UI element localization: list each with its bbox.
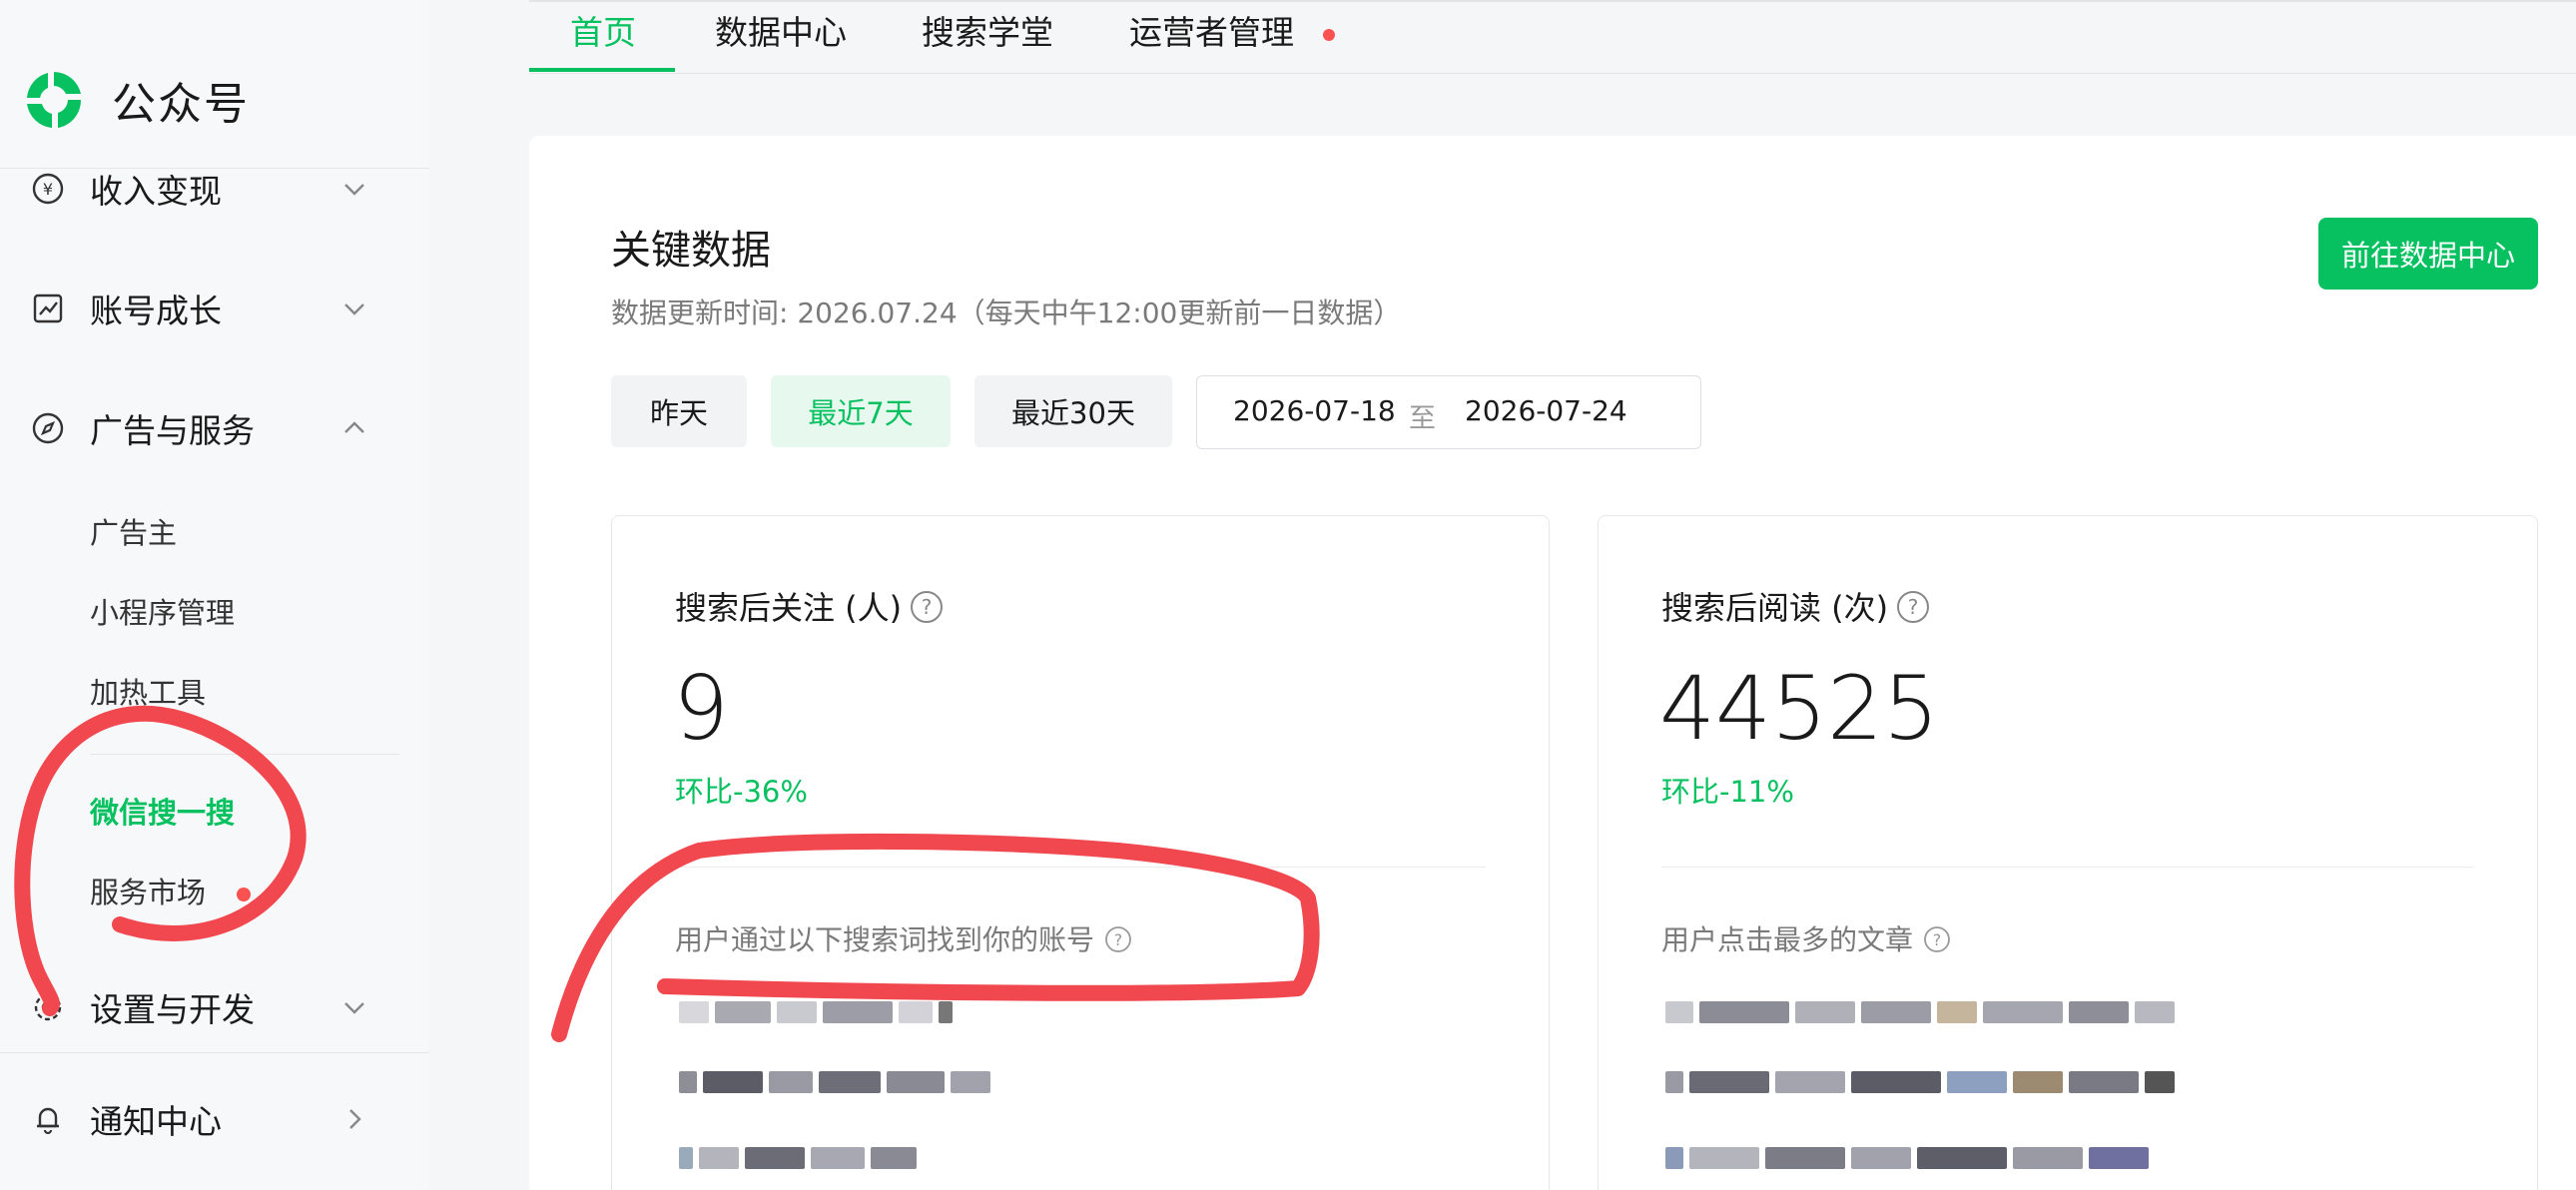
goto-data-center-button[interactable]: 前往数据中心 [2318, 218, 2538, 290]
date-start[interactable]: 2026-07-18 [1233, 394, 1396, 427]
chevron-right-icon [349, 1109, 361, 1129]
svg-text:¥: ¥ [43, 180, 53, 199]
page-title: 关键数据 [611, 228, 771, 274]
sidebar-item-income[interactable]: ¥ 收入变现 [30, 154, 369, 224]
svg-text:?: ? [922, 595, 933, 619]
date-range-picker[interactable]: 2026-07-18 至 2026-07-24 [1196, 375, 1701, 449]
sidebar-item-ads-services[interactable]: 广告与服务 [30, 393, 369, 463]
date-separator: 至 [1409, 403, 1436, 434]
metric-change: 环比-36% [675, 775, 808, 809]
pixelated-search-term-1 [679, 998, 953, 1026]
sidebar-divider [0, 1052, 429, 1053]
sidebar-item-settings-dev[interactable]: 设置与开发 [30, 972, 369, 1042]
metric-label-text: 搜索后阅读 (次) [1661, 589, 1889, 627]
svg-text:?: ? [1933, 930, 1942, 949]
panel-divider [675, 867, 1486, 868]
date-end[interactable]: 2026-07-24 [1465, 394, 1627, 427]
tab-operator-management[interactable]: 运营者管理 [1129, 6, 1335, 68]
pixelated-search-term-3 [679, 1144, 917, 1172]
sidebar-subdivider [90, 754, 399, 755]
chevron-up-icon [344, 421, 364, 433]
chevron-down-icon [344, 303, 364, 315]
sidebar-item-account-growth[interactable]: 账号成长 [30, 274, 369, 343]
metric-label: 搜索后阅读 (次)? [1661, 583, 1930, 629]
chart-trend-icon [30, 291, 66, 326]
svg-text:?: ? [1908, 595, 1919, 619]
range-7days-button[interactable]: 最近7天 [771, 375, 951, 447]
pixelated-search-term-2 [679, 1068, 990, 1096]
update-time: 数据更新时间: 2026.07.24（每天中午12:00更新前一日数据） [611, 297, 1402, 329]
tab-home[interactable]: 首页 [570, 6, 636, 68]
section-label-text: 用户通过以下搜索词找到你的账号 [675, 923, 1095, 956]
sidebar-item-notifications[interactable]: 通知中心 [30, 1084, 369, 1154]
question-circle-icon[interactable]: ? [1104, 925, 1132, 953]
metric-label: 搜索后关注 (人)? [675, 583, 944, 629]
yuan-circle-icon: ¥ [30, 171, 66, 207]
chevron-down-icon [344, 184, 364, 196]
range-30days-button[interactable]: 最近30天 [974, 375, 1172, 447]
notification-dot [1322, 28, 1335, 41]
notification-dot [237, 888, 252, 901]
range-yesterday-button[interactable]: 昨天 [611, 375, 747, 447]
sidebar-item-label: 通知中心 [90, 1102, 222, 1141]
sidebar-subitem-label: 服务市场 [90, 876, 207, 909]
section-label: 用户通过以下搜索词找到你的账号? [675, 918, 1132, 958]
sidebar-subitem-advertiser[interactable]: 广告主 [90, 511, 177, 555]
app-name: 公众号 [112, 79, 250, 130]
pixelated-article-1 [1665, 998, 2175, 1026]
chevron-down-icon [344, 1002, 364, 1014]
sidebar-item-label: 广告与服务 [90, 411, 255, 450]
wechat-official-logo-icon [27, 72, 82, 128]
metric-value: 9 [673, 657, 729, 760]
question-circle-icon[interactable]: ? [1896, 590, 1930, 624]
metric-value: 44525 [1659, 657, 1939, 760]
metric-label-text: 搜索后关注 (人) [675, 589, 903, 627]
sidebar-subitem-boost-tools[interactable]: 加热工具 [90, 671, 206, 715]
section-label: 用户点击最多的文章? [1661, 918, 1951, 958]
sidebar-subitem-wechat-search[interactable]: 微信搜一搜 [90, 791, 235, 835]
logo[interactable]: 公众号 [20, 64, 250, 136]
tab-label: 运营者管理 [1129, 13, 1294, 52]
sidebar-item-label: 收入变现 [90, 172, 222, 211]
bell-icon [30, 1101, 66, 1137]
compass-icon [30, 410, 66, 446]
metric-change: 环比-11% [1661, 775, 1794, 809]
pixelated-article-2 [1665, 1068, 2175, 1096]
pixelated-article-3 [1665, 1144, 2149, 1172]
sidebar-subitem-service-market[interactable]: 服务市场 [90, 871, 252, 914]
tab-search-academy[interactable]: 搜索学堂 [922, 6, 1053, 68]
panel-divider [1661, 867, 2474, 868]
sidebar-item-label: 设置与开发 [90, 990, 255, 1029]
question-circle-icon[interactable]: ? [910, 590, 944, 624]
gear-icon [30, 989, 66, 1025]
sidebar-subitem-miniprogram[interactable]: 小程序管理 [90, 591, 235, 635]
sidebar-item-label: 账号成长 [90, 292, 222, 330]
svg-text:?: ? [1114, 930, 1123, 949]
section-label-text: 用户点击最多的文章 [1661, 923, 1914, 956]
tab-data-center[interactable]: 数据中心 [715, 6, 847, 68]
question-circle-icon[interactable]: ? [1923, 925, 1951, 953]
sidebar: 公众号 ¥ 收入变现 账号成长 广告与服务 广告主 小程序管理 加热工具 微信搜… [0, 0, 429, 1190]
active-tab-indicator [529, 68, 675, 72]
